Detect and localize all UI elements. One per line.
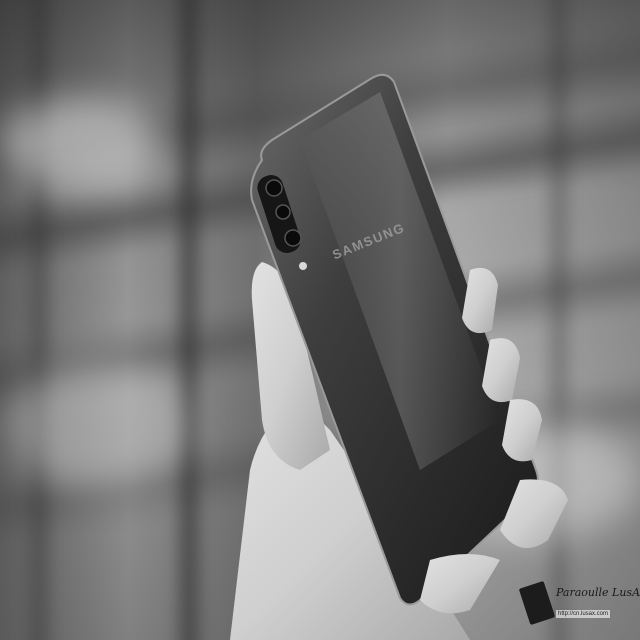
watermark: Paraoulle LusAX http://cn.lusax.com <box>518 578 640 632</box>
watermark-url: http://cn.lusax.com <box>556 610 611 618</box>
camera-lens <box>275 204 291 220</box>
watermark-text: Paraoulle LusAX <box>556 586 640 599</box>
photo-scene: SAMSUNG Paraoulle LusAX http://cn.lusax.… <box>0 0 640 640</box>
finger <box>462 267 498 334</box>
hand-and-phone <box>230 73 568 640</box>
camera-lens <box>284 229 302 247</box>
camera-flash <box>299 262 307 270</box>
book-icon <box>518 580 556 626</box>
camera-lens <box>265 179 283 197</box>
finger <box>420 554 500 614</box>
